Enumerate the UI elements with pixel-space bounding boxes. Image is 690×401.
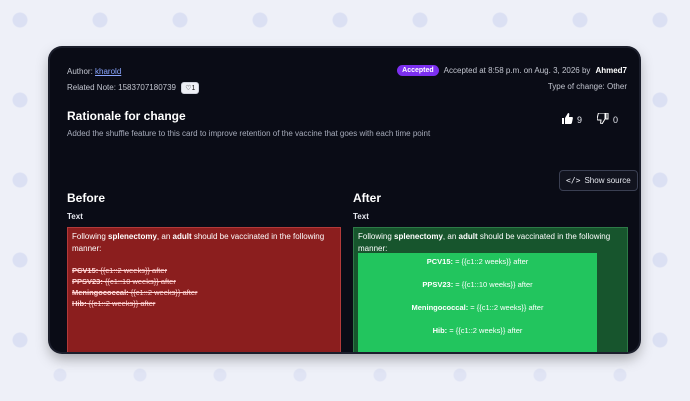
author-link[interactable]: kharold (95, 67, 121, 76)
before-field-label: Text (67, 212, 83, 221)
after-heading: After (353, 191, 382, 205)
accepted-by: Ahmed7 (595, 66, 627, 75)
before-item: PPSV23: {{c1::10 weeks}} after (72, 277, 176, 286)
status-badge: Accepted (397, 65, 439, 76)
after-field-label: Text (353, 212, 369, 221)
suggestion-card: Author: kharold Related Note: 1583707180… (50, 48, 639, 352)
after-inserted-block: PCV15: = {{c1::2 weeks}} after PPSV23: =… (358, 253, 597, 352)
accepted-text: Accepted at 8:58 p.m. on Aug. 3, 2026 by (443, 66, 591, 75)
after-intro: Following splenectomy, an adult should b… (358, 232, 611, 253)
rationale-title: Rationale for change (67, 109, 186, 123)
rationale-description: Added the shuffle feature to this card t… (67, 129, 431, 138)
downvote-button[interactable]: 0 (596, 112, 619, 126)
before-item: PCV15: {{c1::2 weeks}} after (72, 266, 168, 275)
downvote-count: 0 (613, 114, 619, 125)
show-source-button[interactable]: </> Show source (559, 170, 638, 191)
before-list: PCV15: {{c1::2 weeks}} after PPSV23: {{c… (72, 265, 197, 309)
thumbs-up-icon (561, 113, 573, 126)
before-heading: Before (67, 191, 106, 205)
before-item: Hib: {{c1::2 weeks}} after (72, 299, 156, 308)
after-item: PCV15: = {{c1::2 weeks}} after (426, 257, 529, 266)
note-count: 1 (191, 85, 196, 92)
after-item: Hib: = {{c1::2 weeks}} after (432, 326, 523, 335)
type-of-change: Type of change: Other (547, 82, 627, 91)
related-note-id: 1583707180739 (118, 83, 176, 92)
before-content: Following splenectomy, an adult should b… (67, 227, 341, 352)
code-icon: </> (566, 176, 581, 185)
related-note-label: Related Note: (67, 83, 116, 92)
after-content: Following splenectomy, an adult should b… (353, 227, 628, 352)
status-line: Accepted Accepted at 8:58 p.m. on Aug. 3… (397, 65, 627, 76)
author-label: Author: (67, 67, 93, 76)
upvote-count: 9 (577, 114, 583, 125)
after-item: Meningococcal: = {{c1::2 weeks}} after (411, 303, 544, 312)
thumbs-down-icon (596, 112, 609, 126)
before-intro: Following splenectomy, an adult should b… (72, 232, 325, 253)
after-item: PPSV23: = {{c1::10 weeks}} after (422, 280, 533, 289)
author-line: Author: kharold (67, 67, 121, 76)
related-note-line: Related Note: 1583707180739 ♡1 (67, 82, 200, 94)
note-count-badge[interactable]: ♡1 (181, 82, 200, 94)
upvote-button[interactable]: 9 (561, 113, 582, 126)
show-source-label: Show source (584, 176, 631, 185)
before-item: Meningococcal: {{c1::2 weeks}} after (72, 288, 198, 297)
